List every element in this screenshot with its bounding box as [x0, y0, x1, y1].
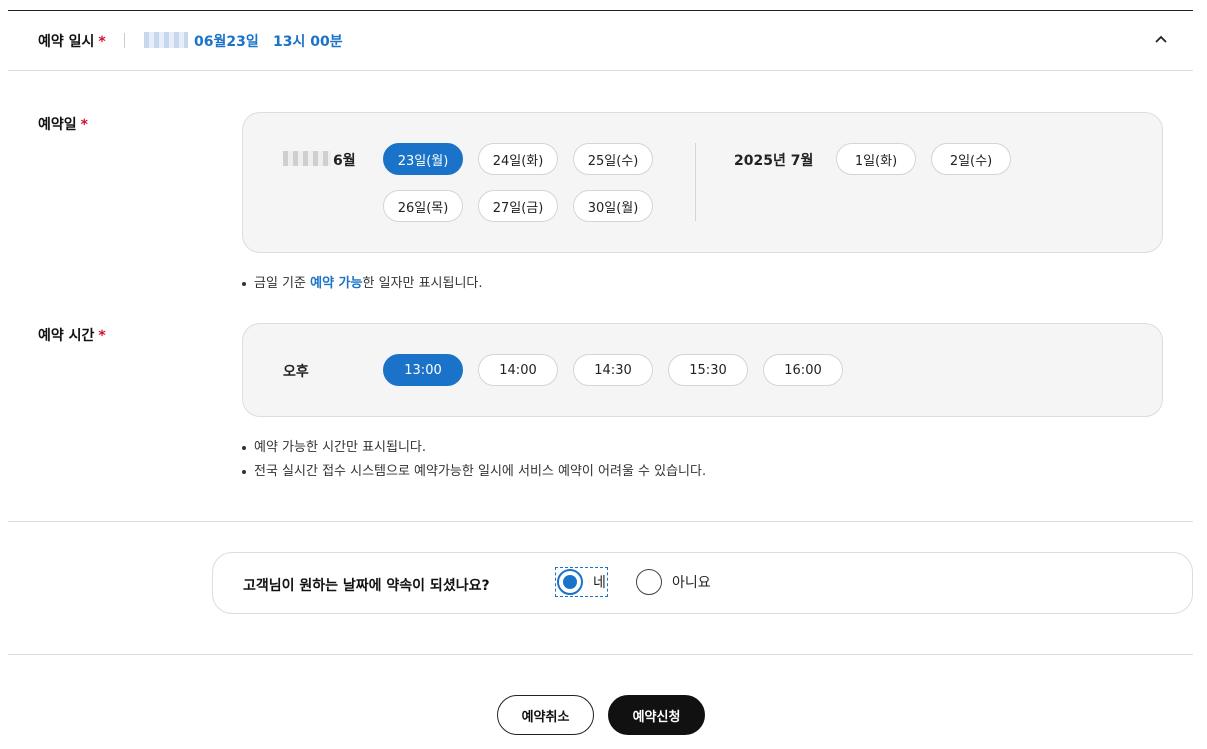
required-mark: *	[98, 328, 106, 344]
radio-yes-label: 네	[593, 575, 606, 591]
date-picker-box: 6월 23일(월) 24일(화) 25일(수) 26일(목) 27일(금) 30…	[242, 112, 1163, 253]
month-divider	[695, 143, 696, 221]
chevron-up-icon[interactable]	[1151, 29, 1171, 49]
time-option[interactable]: 16:00	[763, 354, 843, 386]
date-note: 금일 기준 예약 가능한 일자만 표시됩니다.	[242, 272, 483, 291]
required-mark: *	[80, 117, 88, 133]
radio-no[interactable]: 아니요	[636, 567, 711, 597]
time-picker-box: 오후 13:00 14:00 14:30 15:30 16:00	[242, 323, 1163, 417]
date-option[interactable]: 26일(목)	[383, 190, 463, 222]
date-option[interactable]: 1일(화)	[836, 143, 916, 175]
date-note-highlight: 예약 가능	[310, 276, 363, 291]
radio-unchecked-icon[interactable]	[636, 569, 662, 595]
bullet	[242, 445, 246, 450]
summary-time: 13시 00분	[273, 34, 343, 50]
date-option[interactable]: 2일(수)	[931, 143, 1011, 175]
radio-checked-icon[interactable]	[557, 569, 583, 595]
redacted-year	[283, 151, 331, 166]
time-option[interactable]: 14:00	[478, 354, 558, 386]
apply-reservation-button[interactable]: 예약신청	[608, 695, 705, 735]
time-option[interactable]: 13:00	[383, 354, 463, 386]
time-note: 예약 가능한 시간만 표시됩니다.	[242, 436, 426, 455]
required-mark: *	[98, 34, 106, 50]
bullet	[242, 469, 246, 474]
cancel-reservation-button[interactable]: 예약취소	[497, 695, 594, 735]
section-divider	[8, 521, 1193, 522]
time-period: 오후	[283, 364, 309, 380]
date-option[interactable]: 27일(금)	[478, 190, 558, 222]
radio-no-label: 아니요	[672, 575, 711, 591]
appointment-question: 고객님이 원하는 날짜에 약속이 되셨나요?	[243, 578, 490, 594]
radio-yes[interactable]: 네	[557, 567, 606, 597]
summary-date: 06월23일	[194, 34, 259, 50]
date-option[interactable]: 25일(수)	[573, 143, 653, 175]
date-option[interactable]: 23일(월)	[383, 143, 463, 175]
appointment-confirm-box: 고객님이 원하는 날짜에 약속이 되셨나요? 네 아니요	[212, 552, 1193, 614]
time-option[interactable]: 14:30	[573, 354, 653, 386]
month-title-june: 6월	[333, 153, 356, 169]
time-option[interactable]: 15:30	[668, 354, 748, 386]
section-divider	[8, 654, 1193, 655]
month-title-july: 2025년 7월	[734, 153, 814, 169]
summary-divider	[124, 33, 125, 48]
time-note: 전국 실시간 접수 시스템으로 예약가능한 일시에 서비스 예약이 어려울 수 …	[242, 460, 706, 479]
reservation-date-label: 예약일 *	[38, 117, 88, 133]
redacted-year	[144, 32, 188, 48]
date-option[interactable]: 24일(화)	[478, 143, 558, 175]
summary-label: 예약 일시 *	[38, 34, 106, 50]
reservation-summary-header[interactable]: 예약 일시 * 06월23일 13시 00분	[8, 11, 1193, 71]
reservation-time-label: 예약 시간 *	[38, 328, 106, 344]
bullet	[242, 281, 246, 286]
date-option[interactable]: 30일(월)	[573, 190, 653, 222]
